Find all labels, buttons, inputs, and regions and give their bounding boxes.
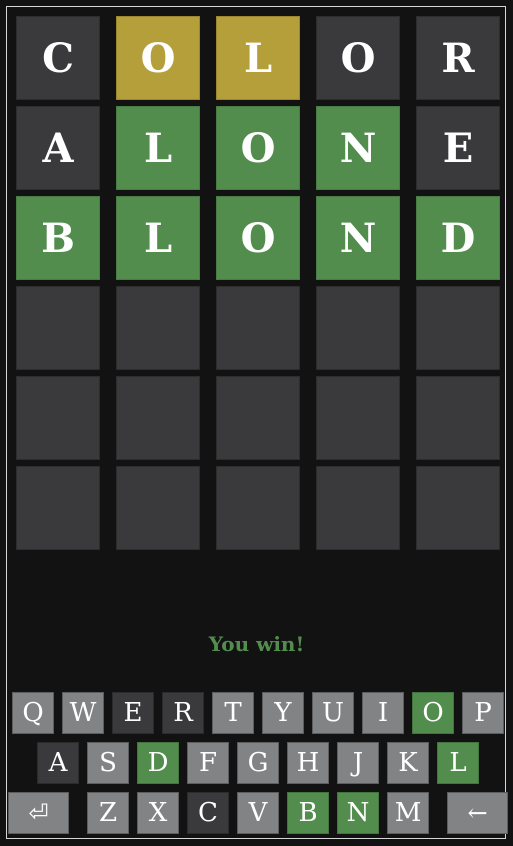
letter-tile: D: [416, 196, 500, 280]
letter-tile: [216, 286, 300, 370]
letter-tile: O: [216, 196, 300, 280]
key-m[interactable]: M: [387, 792, 429, 834]
letter-tile: [316, 466, 400, 550]
key-p[interactable]: P: [462, 692, 504, 734]
letter-tile: N: [316, 196, 400, 280]
key-v[interactable]: V: [237, 792, 279, 834]
key-s[interactable]: S: [87, 742, 129, 784]
key-d[interactable]: D: [137, 742, 179, 784]
key-t[interactable]: T: [212, 692, 254, 734]
key-k[interactable]: K: [387, 742, 429, 784]
letter-tile: [416, 466, 500, 550]
key-e[interactable]: E: [112, 692, 154, 734]
key-a[interactable]: A: [37, 742, 79, 784]
letter-tile: [16, 286, 100, 370]
key-x[interactable]: X: [137, 792, 179, 834]
key-c[interactable]: C: [187, 792, 229, 834]
letter-tile: B: [16, 196, 100, 280]
letter-tile: L: [116, 196, 200, 280]
letter-tile: [116, 376, 200, 460]
key-w[interactable]: W: [62, 692, 104, 734]
key-j[interactable]: J: [337, 742, 379, 784]
key-n[interactable]: N: [337, 792, 379, 834]
key-r[interactable]: R: [162, 692, 204, 734]
letter-tile: E: [416, 106, 500, 190]
backspace-key[interactable]: ←: [447, 792, 508, 834]
letter-tile: [216, 466, 300, 550]
letter-tile: [16, 466, 100, 550]
key-u[interactable]: U: [312, 692, 354, 734]
key-y[interactable]: Y: [262, 692, 304, 734]
letter-tile: O: [316, 16, 400, 100]
letter-tile: [16, 376, 100, 460]
key-h[interactable]: H: [287, 742, 329, 784]
enter-key[interactable]: ⏎: [8, 792, 69, 834]
letter-tile: [316, 286, 400, 370]
key-b[interactable]: B: [287, 792, 329, 834]
result-message: You win!: [208, 632, 305, 656]
letter-tile: [216, 376, 300, 460]
letter-tile: [416, 376, 500, 460]
letter-tile: A: [16, 106, 100, 190]
letter-tile: N: [316, 106, 400, 190]
key-l[interactable]: L: [437, 742, 479, 784]
key-f[interactable]: F: [187, 742, 229, 784]
letter-tile: [316, 376, 400, 460]
letter-tile: [116, 466, 200, 550]
letter-tile: L: [216, 16, 300, 100]
key-z[interactable]: Z: [87, 792, 129, 834]
key-g[interactable]: G: [237, 742, 279, 784]
letter-tile: [116, 286, 200, 370]
key-q[interactable]: Q: [12, 692, 54, 734]
key-o[interactable]: O: [412, 692, 454, 734]
letter-tile: O: [216, 106, 300, 190]
letter-tile: [416, 286, 500, 370]
letter-tile: C: [16, 16, 100, 100]
letter-tile: L: [116, 106, 200, 190]
letter-tile: R: [416, 16, 500, 100]
key-i[interactable]: I: [362, 692, 404, 734]
letter-tile: O: [116, 16, 200, 100]
